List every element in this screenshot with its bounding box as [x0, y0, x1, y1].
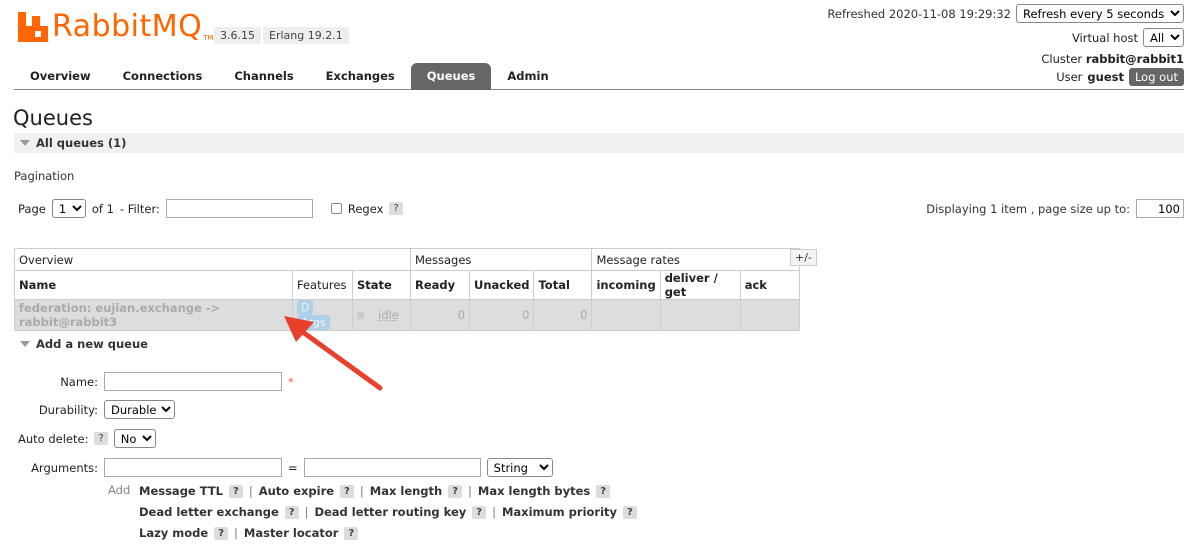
- logo-tm: TM: [203, 34, 214, 42]
- refreshed-timestamp: Refreshed 2020-11-08 19:29:32: [827, 6, 1011, 21]
- durability-select[interactable]: Durable: [104, 400, 175, 419]
- all-queues-section-toggle[interactable]: All queues (1): [14, 133, 1184, 153]
- help-icon[interactable]: ?: [340, 484, 354, 498]
- queue-ack: [739, 299, 800, 331]
- tab-overview[interactable]: Overview: [14, 63, 107, 90]
- group-header-messages: Messages: [409, 248, 593, 271]
- helper-auto-expire[interactable]: Auto expire: [259, 484, 334, 498]
- help-icon[interactable]: ?: [596, 484, 611, 498]
- col-name[interactable]: Name: [14, 270, 293, 300]
- regex-checkbox[interactable]: [330, 203, 342, 214]
- queue-state: idle: [352, 299, 411, 331]
- main-nav: Overview Connections Channels Exchanges …: [14, 63, 1184, 90]
- col-state[interactable]: State: [352, 270, 411, 300]
- helper-max-length[interactable]: Max length: [370, 484, 442, 498]
- help-icon[interactable]: ?: [344, 526, 359, 540]
- displaying-info: Displaying 1 item , page size up to:: [926, 199, 1184, 218]
- col-ack[interactable]: ack: [739, 270, 800, 300]
- argument-type-select[interactable]: String: [486, 458, 553, 477]
- erlang-badge: Erlang 19.2.1: [263, 27, 349, 44]
- queue-name-link[interactable]: federation: eujian.exchange -> rabbit@ra…: [14, 299, 293, 331]
- required-mark: *: [288, 374, 294, 389]
- queue-ready: 0: [410, 299, 470, 331]
- pagination-bar: Page 1 of 1 - Filter: Regex ?: [18, 199, 403, 218]
- queue-incoming: [591, 299, 661, 331]
- regex-help-icon[interactable]: ?: [389, 202, 403, 215]
- pagination-label: Pagination: [14, 169, 75, 183]
- helper-message-ttl[interactable]: Message TTL: [139, 484, 223, 498]
- group-header-message-rates: Message rates: [591, 248, 800, 271]
- argument-key-input[interactable]: [104, 458, 282, 477]
- page-select[interactable]: 1: [51, 199, 86, 218]
- filter-input[interactable]: [165, 199, 313, 218]
- tab-admin[interactable]: Admin: [491, 63, 564, 90]
- durability-row: Durability: Durable: [14, 400, 175, 419]
- help-icon[interactable]: ?: [623, 505, 637, 519]
- helper-dead-letter-exchange[interactable]: Dead letter exchange: [139, 505, 279, 519]
- helper-maximum-priority[interactable]: Maximum priority: [502, 505, 617, 519]
- argument-value-input[interactable]: [303, 458, 481, 477]
- add-argument-label: Add: [108, 483, 131, 497]
- queue-features: D Args: [292, 299, 353, 331]
- refresh-interval-select[interactable]: Refresh every 5 seconds: [1016, 4, 1184, 23]
- rabbit-logo-icon: [18, 12, 48, 42]
- tab-connections[interactable]: Connections: [107, 63, 219, 90]
- column-toggle-button[interactable]: +/-: [790, 249, 817, 266]
- helper-master-locator[interactable]: Master locator: [244, 526, 339, 540]
- auto-delete-row: Auto delete: ? No: [18, 429, 156, 448]
- helper-lazy-mode[interactable]: Lazy mode: [139, 526, 208, 540]
- col-unacked[interactable]: Unacked: [468, 270, 535, 300]
- argument-helpers-row-1: Message TTL? | Auto expire? | Max length? |…: [139, 484, 611, 498]
- tab-queues[interactable]: Queues: [410, 63, 492, 90]
- help-icon[interactable]: ?: [472, 505, 487, 519]
- queues-table: Overview Messages Message rates Name Fea…: [14, 248, 800, 331]
- queue-deliver-get: [659, 299, 741, 331]
- col-incoming[interactable]: incoming: [591, 270, 661, 300]
- argument-helpers-row-2: Dead letter exchange? | Dead letter routi…: [139, 505, 637, 519]
- help-icon[interactable]: ?: [214, 526, 229, 540]
- queue-total: 0: [533, 299, 593, 331]
- collapse-triangle-icon: [20, 341, 30, 347]
- helper-max-length-bytes[interactable]: Max length bytes: [478, 484, 590, 498]
- arguments-row: Arguments: = String: [14, 458, 553, 477]
- help-icon[interactable]: ?: [284, 505, 299, 519]
- helper-dead-letter-routing-key[interactable]: Dead letter routing key: [314, 505, 466, 519]
- refresh-info: Refreshed 2020-11-08 19:29:32 Refresh ev…: [827, 4, 1184, 23]
- regex-label: Regex: [347, 201, 384, 216]
- feature-args-badge: Args: [297, 315, 330, 330]
- argument-helpers-row-3: Lazy mode? | Master locator?: [139, 526, 359, 540]
- col-ready[interactable]: Ready: [410, 270, 470, 300]
- col-total[interactable]: Total: [533, 270, 593, 300]
- col-deliver-get[interactable]: deliver / get: [659, 270, 741, 300]
- virtual-host: Virtual host All: [1072, 28, 1184, 47]
- auto-delete-help-icon[interactable]: ?: [94, 432, 108, 445]
- queue-unacked: 0: [468, 299, 535, 331]
- help-icon[interactable]: ?: [229, 484, 243, 498]
- auto-delete-select[interactable]: No: [113, 429, 156, 448]
- feature-durable-badge: D: [297, 300, 314, 315]
- version-badge: 3.6.15: [214, 27, 261, 44]
- name-row: Name: *: [14, 372, 294, 391]
- col-features: Features: [292, 270, 353, 300]
- queue-name-input[interactable]: [104, 372, 282, 391]
- table-row[interactable]: federation: eujian.exchange -> rabbit@ra…: [14, 299, 800, 331]
- help-icon[interactable]: ?: [448, 484, 463, 498]
- group-header-overview: Overview: [14, 248, 411, 271]
- logo-text: RabbitMQ: [52, 9, 203, 44]
- page-title: Queues: [13, 106, 93, 130]
- state-indicator-icon: [357, 312, 364, 319]
- virtual-host-label: Virtual host: [1071, 30, 1138, 45]
- tab-channels[interactable]: Channels: [218, 63, 309, 90]
- page-size-input[interactable]: [1136, 199, 1184, 218]
- virtual-host-select[interactable]: All: [1143, 28, 1184, 47]
- rabbitmq-logo: RabbitMQ TM: [18, 12, 214, 42]
- collapse-triangle-icon: [20, 140, 30, 146]
- tab-exchanges[interactable]: Exchanges: [310, 63, 411, 90]
- add-queue-section-toggle[interactable]: Add a new queue: [14, 334, 1184, 354]
